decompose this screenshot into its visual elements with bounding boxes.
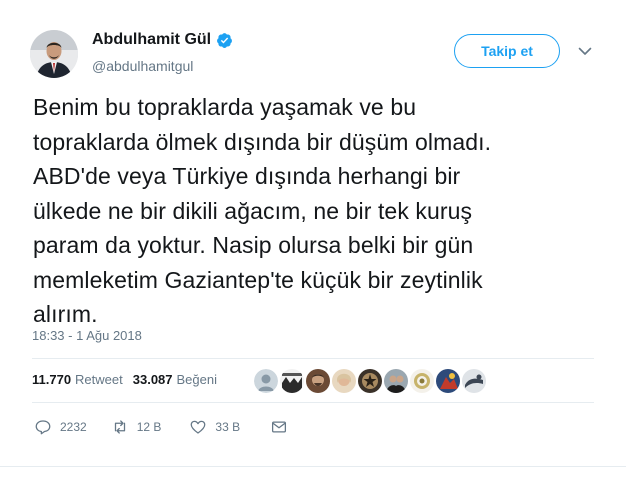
liker-avatar[interactable] (462, 369, 486, 393)
divider (32, 358, 594, 359)
user-handle[interactable]: @abdulhamitgul (92, 58, 193, 74)
like-button[interactable]: 33 B (189, 418, 240, 436)
like-stat[interactable]: 33.087 Beğeni (133, 372, 217, 387)
divider (32, 402, 594, 403)
retweet-stat[interactable]: 11.770 Retweet (32, 372, 123, 387)
tweet-stats: 11.770 Retweet 33.087 Beğeni (32, 372, 217, 387)
retweet-label: Retweet (75, 372, 123, 387)
like-label: Beğeni (176, 372, 217, 387)
liker-avatar[interactable] (280, 369, 304, 393)
user-name-row: Abdulhamit Gül (92, 31, 233, 49)
tweet-timestamp[interactable]: 18:33 - 1 Ağu 2018 (32, 328, 142, 343)
retweet-action-count: 12 B (136, 420, 162, 434)
like-count: 33.087 (132, 372, 173, 387)
liker-avatar[interactable] (436, 369, 460, 393)
envelope-icon (272, 421, 287, 433)
retweet-count: 11.770 (32, 372, 72, 387)
profile-photo-icon (30, 30, 78, 78)
liker-avatar[interactable] (306, 369, 330, 393)
follow-button[interactable]: Takip et (454, 34, 560, 68)
display-name[interactable]: Abdulhamit Gül (92, 31, 211, 49)
tweet-text: Benim bu topraklarda yaşamak ve bu topra… (33, 94, 492, 327)
likers-avatars (254, 369, 486, 393)
tweet-actions: 2232 12 B 33 B (34, 418, 288, 436)
heart-icon (191, 420, 206, 434)
direct-message-button[interactable] (270, 418, 288, 436)
reply-count: 2232 (60, 420, 87, 434)
liker-avatar[interactable] (332, 369, 356, 393)
retweet-icon (114, 420, 125, 434)
like-action-count: 33 B (215, 420, 241, 434)
liker-avatar[interactable] (410, 369, 434, 393)
verified-badge-icon (216, 32, 233, 49)
reply-button[interactable]: 2232 (34, 418, 87, 436)
retweet-button[interactable]: 12 B (111, 418, 162, 436)
reply-icon (35, 420, 51, 435)
liker-avatar[interactable] (384, 369, 408, 393)
avatar[interactable] (30, 30, 78, 78)
liker-avatar[interactable] (358, 369, 382, 393)
divider (0, 466, 626, 467)
liker-avatar[interactable] (254, 369, 278, 393)
chevron-down-icon[interactable] (576, 42, 594, 60)
